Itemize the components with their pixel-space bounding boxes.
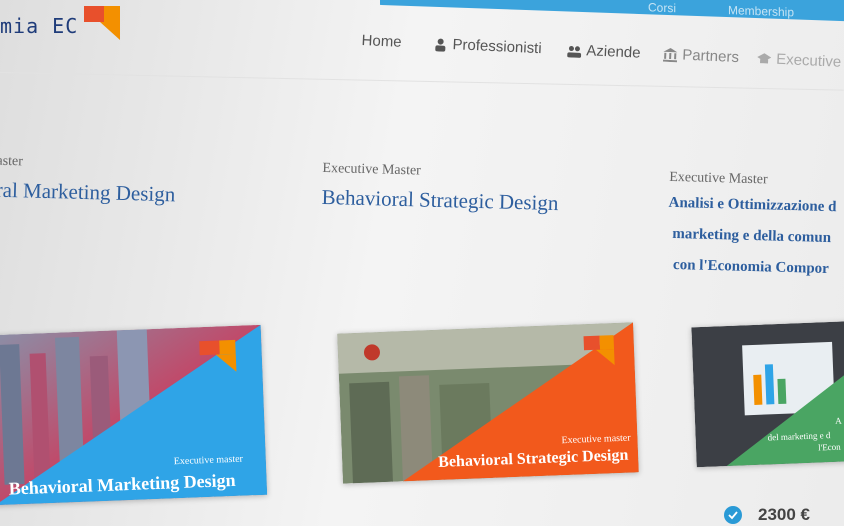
nav-home[interactable]: Home: [361, 32, 402, 51]
price-value: 2300 €: [758, 505, 810, 524]
course-1-title[interactable]: ral Marketing Design: [0, 178, 176, 208]
check-icon: [724, 506, 742, 524]
course-1-subtitle: aster: [0, 153, 24, 170]
course-3-subtitle: Executive Master: [669, 169, 768, 188]
course-3-title-line-1: Analisi e Ottimizzazione d: [668, 194, 837, 216]
top-bar: Corsi Membership: [380, 0, 844, 24]
course-3-title[interactable]: Analisi e Ottimizzazione d marketing e d…: [667, 188, 837, 285]
nav-professionisti[interactable]: Professionisti: [433, 35, 542, 57]
nav-professionisti-label: Professionisti: [452, 36, 543, 58]
main-nav: Home Professionisti Aziende Partners Exe…: [360, 32, 844, 96]
nav-aziende[interactable]: Aziende: [567, 41, 641, 62]
course-2: Executive Master Behavioral Strategic De…: [321, 161, 559, 216]
course-2-subtitle: Executive Master: [322, 160, 422, 179]
top-link-corsi[interactable]: Corsi: [648, 0, 676, 15]
nav-partners[interactable]: Partners: [662, 46, 740, 67]
logo-text: mia EC: [0, 14, 79, 38]
nav-partners-label: Partners: [681, 46, 740, 67]
nav-home-label: Home: [361, 32, 402, 51]
course-3: Executive Master Analisi e Ottimizzazion…: [667, 170, 838, 285]
course-2-title[interactable]: Behavioral Strategic Design: [321, 185, 558, 216]
users-icon: [567, 45, 582, 58]
logo-mark-icon: [84, 6, 120, 40]
top-link-membership[interactable]: Membership: [728, 3, 794, 19]
course-card-3[interactable]: A del marketing e d l'Econ: [691, 320, 844, 468]
nav-executive[interactable]: Executive M: [757, 50, 844, 72]
bank-icon: [662, 47, 678, 62]
card-3-caption-line-1: A: [834, 415, 842, 426]
card-3-caption-line-3: l'Econ: [817, 441, 841, 453]
price-row: 2300 €: [724, 505, 810, 525]
nav-executive-label: Executive M: [775, 50, 844, 72]
course-3-title-line-3: con l'Economia Compor: [672, 256, 830, 278]
course-card-2[interactable]: Executive master Behavioral Strategic De…: [337, 322, 639, 484]
course-3-title-line-2: marketing e della comun: [672, 225, 832, 247]
course-card-1[interactable]: Executive master Behavioral Marketing De…: [0, 324, 268, 506]
course-1: aster ral Marketing Design: [0, 154, 176, 208]
nav-aziende-label: Aziende: [585, 42, 641, 62]
user-icon: [435, 38, 446, 52]
cap-icon: [757, 52, 772, 63]
